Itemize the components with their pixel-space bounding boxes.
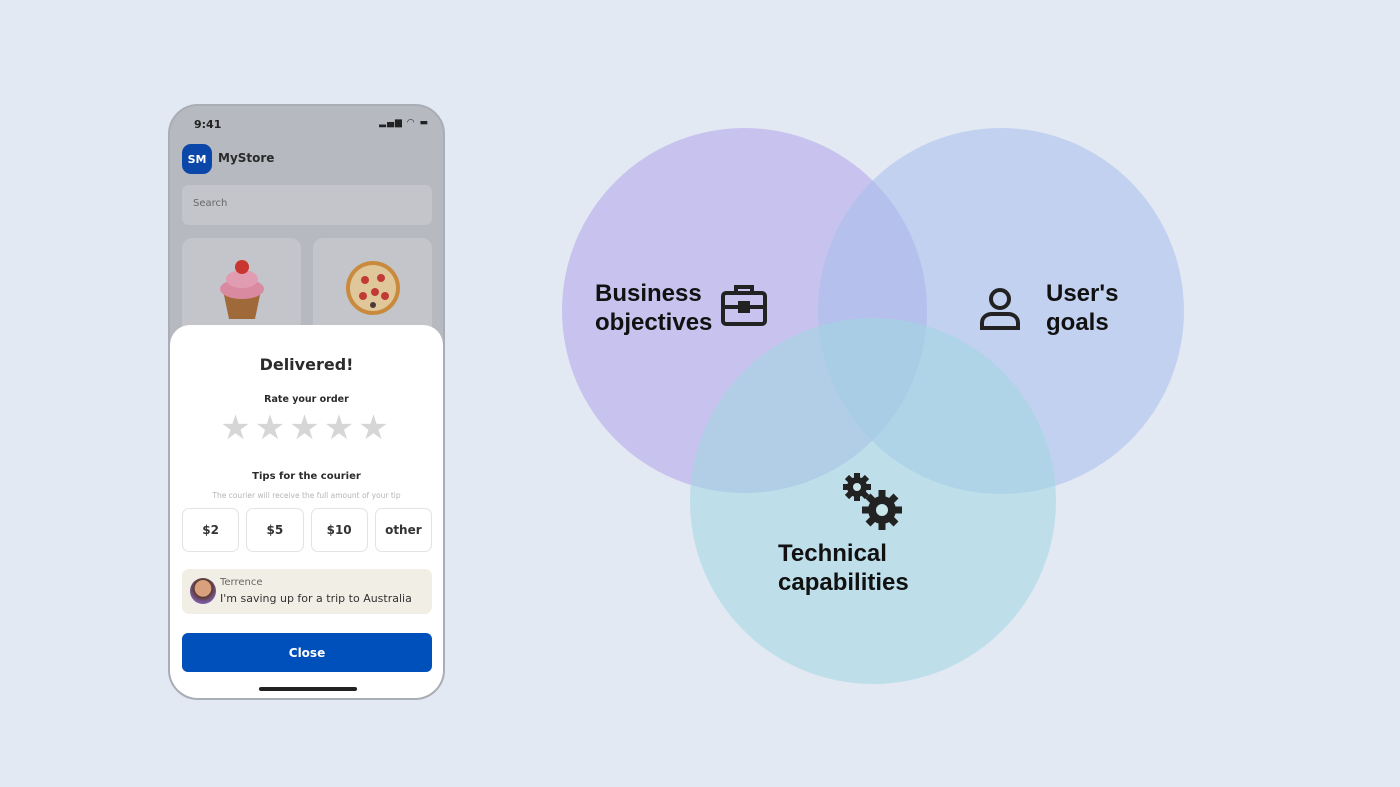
star-icon[interactable]: ★ [255, 408, 289, 448]
star-icon[interactable]: ★ [358, 408, 392, 448]
user-icon [980, 288, 1020, 330]
tip-10-button[interactable]: $10 [310, 508, 368, 552]
courier-name: Terrence [220, 577, 263, 588]
home-indicator [259, 687, 357, 691]
user-goals-label: User's goals [1046, 280, 1119, 336]
tips-note: The courier will receive the full amount… [212, 491, 401, 500]
status-time: 9:41 [194, 118, 222, 131]
business-label: Business objectives [595, 280, 713, 336]
star-icon[interactable]: ★ [220, 408, 254, 448]
tip-other-button[interactable]: other [374, 508, 432, 552]
close-button[interactable]: Close [182, 633, 432, 672]
courier-message-text: I'm saving up for a trip to Australia [220, 592, 412, 605]
phone-mockup: 9:41 ▂▄▆ ◠ ▬ SM MyStore Search Delivered… [168, 104, 445, 700]
pizza-icon [345, 261, 400, 315]
delivered-sheet: Delivered! Rate your order ★★★★★ Tips fo… [170, 325, 443, 698]
courier-avatar [190, 578, 216, 604]
sheet-title: Delivered! [259, 355, 354, 374]
rate-label: Rate your order [264, 394, 349, 405]
store-name: MyStore [218, 151, 275, 165]
gears-icon [843, 473, 902, 530]
courier-message: Terrence I'm saving up for a trip to Aus… [182, 569, 432, 614]
cupcake-icon [219, 260, 264, 319]
tips-title: Tips for the courier [252, 471, 361, 482]
tip-5-button[interactable]: $5 [246, 508, 304, 552]
star-icon[interactable]: ★ [289, 408, 323, 448]
search-input[interactable]: Search [182, 185, 432, 225]
product-cupcake[interactable] [182, 238, 301, 338]
star-icon[interactable]: ★ [324, 408, 358, 448]
rating-stars[interactable]: ★★★★★ [170, 408, 443, 448]
technical-label: Technical capabilities [778, 540, 909, 596]
tip-2-button[interactable]: $2 [182, 508, 240, 552]
tip-options: $2 $5 $10 other [182, 508, 432, 552]
store-logo: SM [182, 144, 212, 174]
briefcase-icon [721, 285, 767, 326]
status-icons: ▂▄▆ ◠ ▬ [379, 118, 429, 128]
product-pizza[interactable] [313, 238, 432, 338]
